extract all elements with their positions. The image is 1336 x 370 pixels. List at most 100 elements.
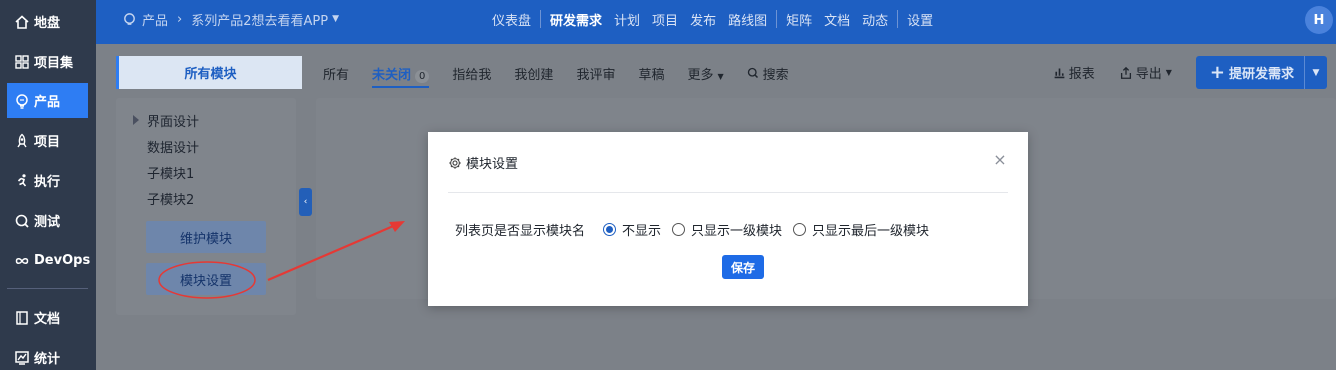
filter-all[interactable]: 所有 [323,64,349,83]
nav-item-doc[interactable]: 文档 [7,300,88,335]
grid-icon [14,54,30,70]
nav-label: 文档 [34,312,61,327]
menu-doc[interactable]: 文档 [824,10,850,29]
radio-first-level[interactable]: 只显示一级模块 [672,220,782,239]
filter-created[interactable]: 我创建 [514,64,553,83]
show-module-field: 列表页是否显示模块名 不显示 只显示一级模块 只显示最后一级模块 [455,220,940,239]
module-settings-modal: 模块设置 × 列表页是否显示模块名 不显示 只显示一级模块 只显示最后一级模块 … [428,132,1028,306]
avatar[interactable]: H [1305,6,1333,34]
menu-matrix[interactable]: 矩阵 [786,10,812,29]
nav-item-test[interactable]: 测试 [7,203,88,238]
book-icon [14,310,30,326]
modal-divider [448,192,1008,193]
filter-more-label: 更多 [687,67,714,83]
caret-right-icon[interactable] [133,115,139,125]
chevron-right-icon: › [177,11,183,27]
search-label: 搜索 [762,67,789,83]
main-menu: 仪表盘 研发需求 计划 项目 发布 路线图 矩阵 文档 动态 设置 [486,0,939,38]
field-label: 列表页是否显示模块名 [455,224,586,239]
menu-divider [897,10,899,28]
all-modules-tab[interactable]: 所有模块 [116,56,302,89]
rocket-icon [14,133,30,149]
maintain-module-button[interactable]: 维护模块 [146,221,266,253]
nav-label: 产品 [34,95,61,110]
close-icon[interactable]: × [992,152,1008,168]
radio-circle-checked[interactable] [603,223,617,236]
nav-label: 执行 [34,175,61,190]
export-label: 导出 [1135,67,1162,82]
radio-label: 不显示 [622,224,662,239]
tree-item[interactable]: 子模块1 [147,163,194,182]
caret-down-icon[interactable]: ▼ [332,14,339,24]
module-settings-button[interactable]: 模块设置 [146,263,266,295]
bar-chart-icon [1053,66,1066,79]
radio-hide[interactable]: 不显示 [603,220,661,239]
nav-item-product[interactable]: 产品 [7,83,88,118]
filter-unclosed[interactable]: 未关闭 0 [372,64,430,88]
nav-item-project[interactable]: 项目 [7,123,88,158]
nav-item-stats[interactable]: 统计 [7,340,88,370]
filter-draft[interactable]: 草稿 [638,64,664,83]
nav-item-dashboard[interactable]: 地盘 [7,4,88,39]
create-story-button[interactable]: + 提研发需求 ▼ [1195,56,1327,89]
radio-circle[interactable] [672,223,686,236]
nav-label: 项目集 [34,56,74,71]
nav-item-program[interactable]: 项目集 [7,44,88,79]
filter-reviewed[interactable]: 我评审 [576,64,615,83]
menu-divider [776,10,778,28]
menu-story[interactable]: 研发需求 [550,10,602,29]
menu-dashboard[interactable]: 仪表盘 [492,10,531,29]
menu-release[interactable]: 发布 [690,10,716,29]
menu-plan[interactable]: 计划 [614,10,640,29]
modal-title: 模块设置 [448,153,518,172]
tree-item[interactable]: 数据设计 [147,137,199,156]
filter-more[interactable]: 更多 ▼ [687,64,723,83]
modal-title-text: 模块设置 [466,157,519,172]
breadcrumb-product[interactable]: 产品 [142,10,168,29]
radio-label: 只显示最后一级模块 [812,224,930,239]
radio-circle[interactable] [793,223,807,236]
count-badge: 0 [415,69,430,83]
menu-settings[interactable]: 设置 [907,10,933,29]
collapse-sidebar-handle[interactable]: ‹ [299,188,312,216]
lightbulb-icon [122,12,137,27]
menu-dynamic[interactable]: 动态 [862,10,888,29]
lightbulb-icon [14,93,30,109]
story-filter-nav: 所有 未关闭 0 指给我 我创建 我评审 草稿 更多 ▼ 搜索 [323,61,812,88]
report-button[interactable]: 报表 [1053,63,1095,82]
search-icon [747,67,759,79]
caret-down-icon: ▼ [717,71,724,81]
infinity-icon [14,253,30,269]
search-toggle[interactable]: 搜索 [747,64,789,83]
module-tree-panel: 界面设计 数据设计 子模块1 子模块2 维护模块 模块设置 [116,98,296,315]
save-button[interactable]: 保存 [722,255,764,279]
toolbar: 报表 导出 ▼ + 提研发需求 ▼ [1053,56,1327,89]
run-icon [14,173,30,189]
nav-label: 项目 [34,135,61,150]
report-label: 报表 [1068,67,1095,82]
nav-label: 统计 [34,352,61,367]
product-switcher[interactable]: 系列产品2想去看看APP [191,10,328,29]
nav-item-execution[interactable]: 执行 [7,163,88,198]
radio-label: 只显示一级模块 [691,224,783,239]
create-story-label: 提研发需求 [1228,67,1294,82]
nav-divider [7,288,88,289]
caret-down-icon: ▼ [1165,68,1172,77]
nav-label: DevOps [34,253,91,268]
tree-item[interactable]: 界面设计 [147,111,199,130]
menu-roadmap[interactable]: 路线图 [728,10,767,29]
plus-icon: + [1209,61,1225,83]
breadcrumb: 产品 › 系列产品2想去看看APP ▼ [122,0,339,38]
menu-project[interactable]: 项目 [652,10,678,29]
nav-label: 测试 [34,215,61,230]
export-button[interactable]: 导出 ▼ [1119,63,1172,82]
nav-label: 地盘 [34,16,61,31]
export-icon [1119,66,1133,80]
create-dropdown-toggle[interactable]: ▼ [1304,56,1327,89]
nav-item-devops[interactable]: DevOps [7,243,91,278]
filter-unclosed-label: 未关闭 [372,67,412,83]
filter-assigned[interactable]: 指给我 [452,64,491,83]
bug-search-icon [14,213,30,229]
tree-item[interactable]: 子模块2 [147,189,194,208]
radio-last-level[interactable]: 只显示最后一级模块 [793,220,929,239]
